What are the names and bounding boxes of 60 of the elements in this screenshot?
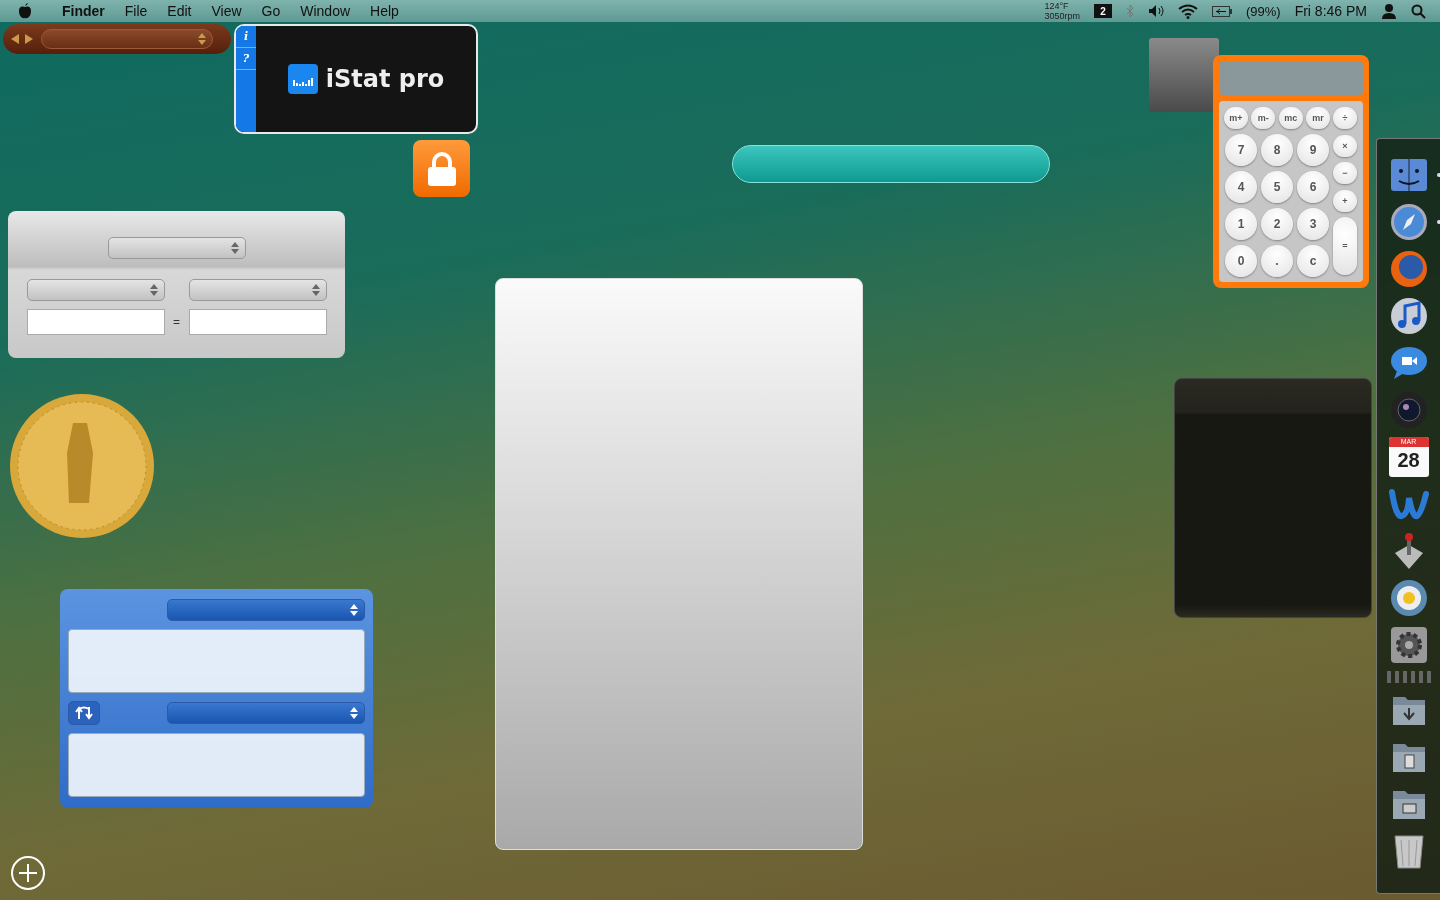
memory-key[interactable]: mc (1278, 106, 1303, 129)
wifi-icon[interactable] (1177, 3, 1198, 19)
lock-widget[interactable] (413, 140, 470, 197)
add-widget-button[interactable] (10, 855, 46, 891)
operator-key[interactable]: × (1333, 135, 1357, 157)
output-field[interactable] (188, 309, 327, 335)
temperature-text: 124°F (1044, 1, 1070, 11)
menu-clock[interactable]: Fri 8:46 PM (1294, 3, 1367, 19)
digit-key[interactable]: 2 (1261, 207, 1293, 240)
bar-graph-icon (287, 64, 318, 94)
info-button[interactable]: i (236, 26, 256, 48)
digit-key[interactable]: 5 (1261, 170, 1293, 203)
digit-key[interactable]: 7 (1225, 133, 1257, 166)
dock-separator (1386, 671, 1431, 683)
digit-key[interactable]: 4 (1225, 170, 1257, 203)
updown-arrows-icon (350, 604, 358, 616)
digit-key[interactable]: 0 (1225, 244, 1257, 277)
user-icon[interactable] (1381, 3, 1397, 19)
menu-item[interactable]: Help (360, 3, 409, 19)
input-field[interactable] (26, 309, 165, 335)
operator-key[interactable]: ÷ (1333, 106, 1357, 129)
apple-icon[interactable] (18, 3, 32, 19)
calendar-day: 28 (1397, 447, 1420, 473)
fan-speed-text: 3050rpm (1044, 11, 1080, 21)
speaker-icon[interactable] (1147, 4, 1164, 18)
padlock-icon (425, 151, 458, 186)
menu-item[interactable]: Edit (157, 3, 202, 19)
digit-key[interactable]: 9 (1297, 133, 1329, 166)
memory-key[interactable]: m- (1251, 106, 1276, 129)
equals-key[interactable]: = (1333, 217, 1357, 275)
digit-key[interactable]: c (1297, 244, 1329, 277)
operator-key[interactable]: − (1333, 162, 1357, 185)
search-icon[interactable] (1411, 3, 1426, 19)
memory-key[interactable]: m+ (1224, 106, 1248, 129)
digit-key[interactable]: 8 (1261, 133, 1293, 166)
updown-arrows-icon (230, 242, 239, 254)
equals-sign: = (173, 315, 180, 329)
updown-arrows-icon (311, 284, 320, 296)
temperature-readout[interactable]: 124°F 3050rpm (1044, 1, 1080, 21)
digit-key[interactable]: . (1261, 244, 1293, 277)
battery-icon[interactable] (1211, 5, 1232, 17)
memory-key[interactable]: mr (1306, 106, 1330, 129)
menu-item[interactable]: View (201, 3, 252, 19)
menu-item[interactable]: Window (290, 3, 361, 19)
menu-item[interactable]: Go (251, 3, 291, 19)
menu-item[interactable]: File (114, 3, 158, 19)
widget-title: iStat pro (325, 65, 445, 93)
updown-arrows-icon (198, 33, 206, 45)
updown-arrows-icon (350, 707, 358, 719)
battery-percentage[interactable]: (99%) (1245, 3, 1281, 19)
digit-key[interactable]: 3 (1297, 207, 1329, 240)
swap-arrows-icon (75, 706, 93, 720)
digit-key[interactable]: 6 (1297, 170, 1329, 203)
operator-key[interactable]: + (1333, 189, 1357, 212)
digit-key[interactable]: 1 (1225, 207, 1257, 240)
swap-button[interactable] (68, 701, 100, 725)
menu-item[interactable]: Finder (52, 3, 115, 19)
updown-arrows-icon (149, 284, 158, 296)
back-forward-arrows-icon[interactable] (11, 34, 33, 44)
spaces-indicator[interactable]: 2 (1093, 4, 1112, 18)
